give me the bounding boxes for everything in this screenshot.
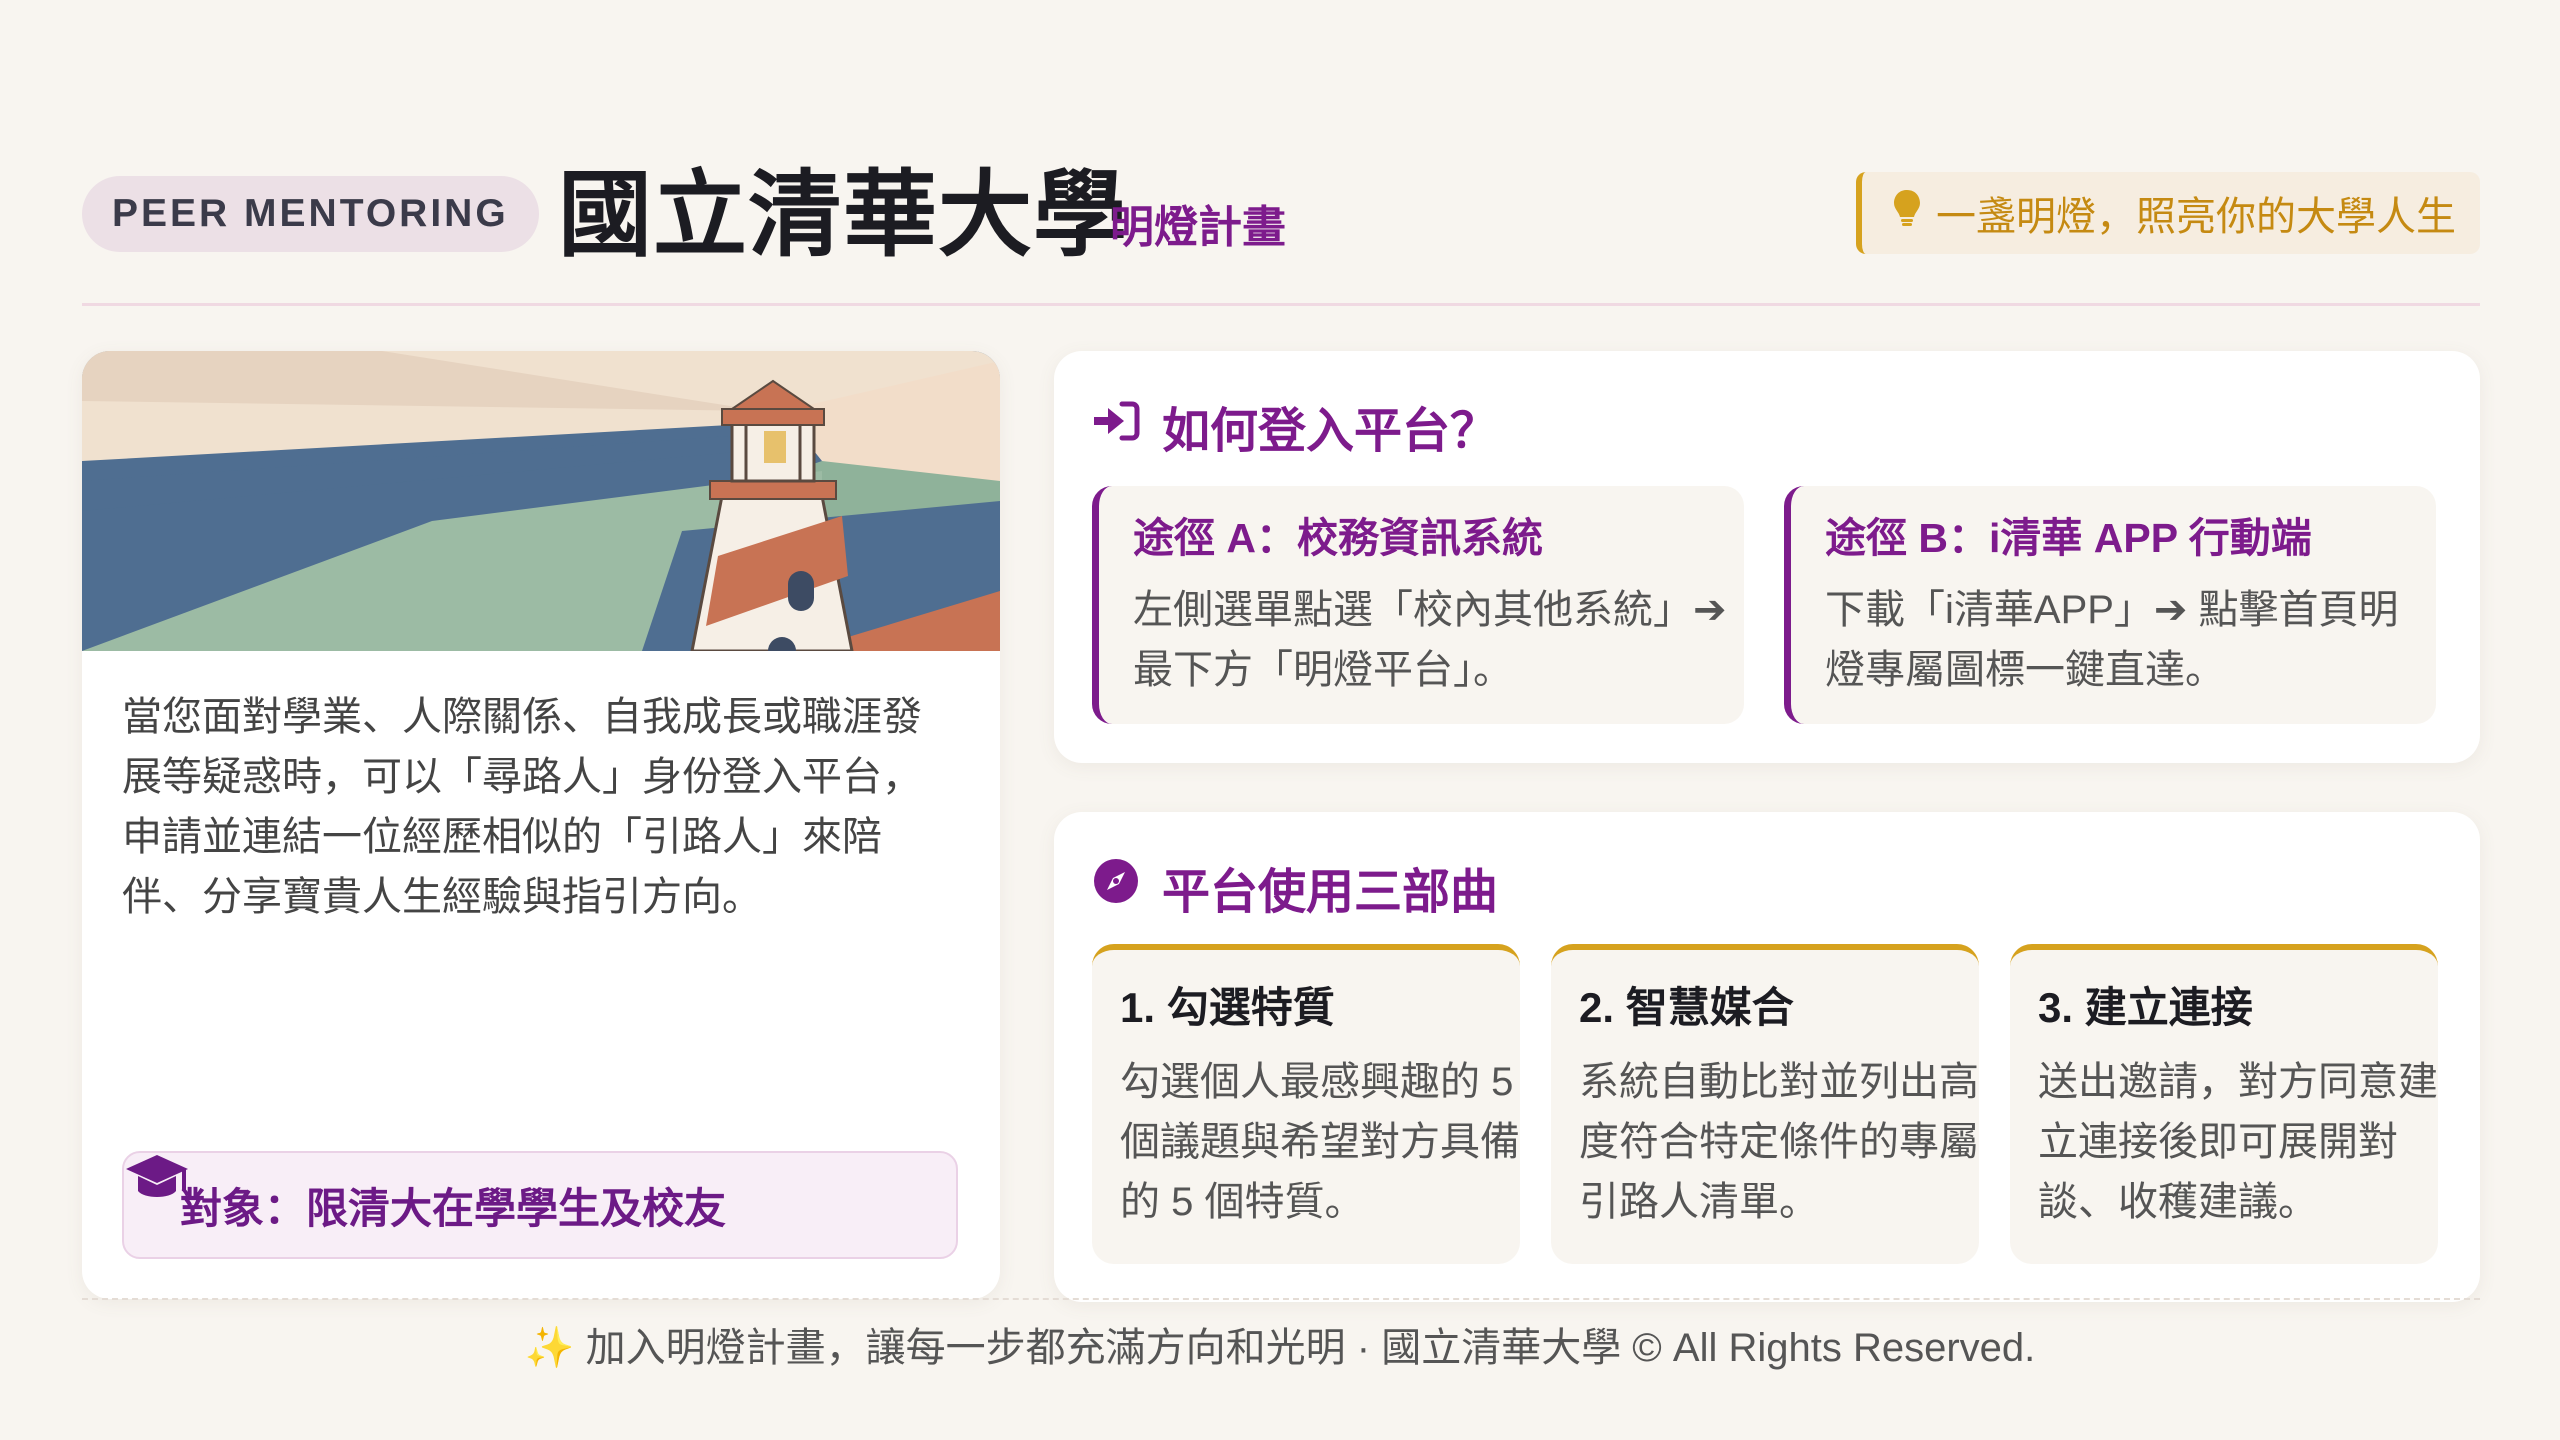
- peer-mentoring-badge: PEER MENTORING: [82, 176, 539, 252]
- route-b-text: 下載「i清華APP」➔ 點擊首頁明燈專屬圖標一鍵直達。: [1825, 588, 2399, 692]
- route-a-title: 途徑 A：校務資訊系統: [1133, 515, 1543, 561]
- step-3-title: 3. 建立連接: [2038, 984, 2253, 1031]
- step-card-1: 1. 勾選特質 勾選個人最感興趣的 5 個議題與希望對方具備的 5 個特質。: [1092, 944, 1520, 1264]
- login-title-text: 如何登入平台？: [1162, 405, 1499, 458]
- steps-card: 平台使用三部曲 1. 勾選特質 勾選個人最感興趣的 5 個議題與希望對方具備的 …: [1054, 812, 2480, 1302]
- login-card-title: 如何登入平台？: [1092, 391, 1498, 461]
- step-card-2: 2. 智慧媒合 系統自動比對並列出高度符合特定條件的專屬引路人清單。: [1551, 944, 1979, 1264]
- step-2-text: 系統自動比對並列出高度符合特定條件的專屬引路人清單。: [1579, 1060, 1979, 1224]
- intro-card: 當您面對學業、人際關係、自我成長或職涯發展等疑惑時，可以「尋路人」身份登入平台，…: [82, 351, 1000, 1299]
- step-2-title: 2. 智慧媒合: [1579, 984, 1794, 1031]
- route-b-card: 途徑 B：i清華 APP 行動端 下載「i清華APP」➔ 點擊首頁明燈專屬圖標一…: [1784, 486, 2436, 724]
- compass-icon: [1092, 857, 1140, 917]
- slogan-banner: 一盞明燈，照亮你的大學人生: [1856, 172, 2480, 254]
- footer-divider: [82, 1298, 2480, 1300]
- page-subtitle: 明燈計畫: [1110, 203, 1286, 252]
- lighthouse-illustration: [82, 351, 1000, 651]
- step-card-3: 3. 建立連接 送出邀請，對方同意建立連接後即可展開對談、收穫建議。: [2010, 944, 2438, 1264]
- slogan-text: 一盞明燈，照亮你的大學人生: [1936, 195, 2456, 239]
- route-a-text: 左側選單點選「校內其他系統」➔ 最下方「明燈平台」。: [1133, 588, 1727, 692]
- step-1-text: 勾選個人最感興趣的 5 個議題與希望對方具備的 5 個特質。: [1120, 1060, 1520, 1224]
- target-audience-box: 對象：限清大在學學生及校友: [122, 1151, 958, 1259]
- route-a-card: 途徑 A：校務資訊系統 左側選單點選「校內其他系統」➔ 最下方「明燈平台」。: [1092, 486, 1744, 724]
- intro-description: 當您面對學業、人際關係、自我成長或職涯發展等疑惑時，可以「尋路人」身份登入平台，…: [122, 695, 922, 919]
- page-header: PEER MENTORING 國立清華大學 明燈計畫 一盞明燈，照亮你的大學人生: [82, 150, 2480, 290]
- header-divider: [82, 303, 2480, 306]
- sign-in-icon: [1092, 399, 1140, 454]
- login-card: 如何登入平台？ 途徑 A：校務資訊系統 左側選單點選「校內其他系統」➔ 最下方「…: [1054, 351, 2480, 763]
- step-3-text: 送出邀請，對方同意建立連接後即可展開對談、收穫建議。: [2038, 1060, 2438, 1224]
- steps-card-title: 平台使用三部曲: [1092, 852, 1498, 922]
- page-title: 國立清華大學: [558, 162, 1129, 267]
- step-1-title: 1. 勾選特質: [1120, 984, 1335, 1031]
- steps-title-text: 平台使用三部曲: [1162, 866, 1499, 919]
- route-b-title: 途徑 B：i清華 APP 行動端: [1825, 515, 2312, 561]
- footer-text: ✨ 加入明燈計畫，讓每一步都充滿方向和光明 · 國立清華大學 © All Rig…: [524, 1326, 2036, 1370]
- target-audience-text: 對象：限清大在學學生及校友: [180, 1184, 727, 1232]
- lightbulb-icon: [1892, 188, 1922, 238]
